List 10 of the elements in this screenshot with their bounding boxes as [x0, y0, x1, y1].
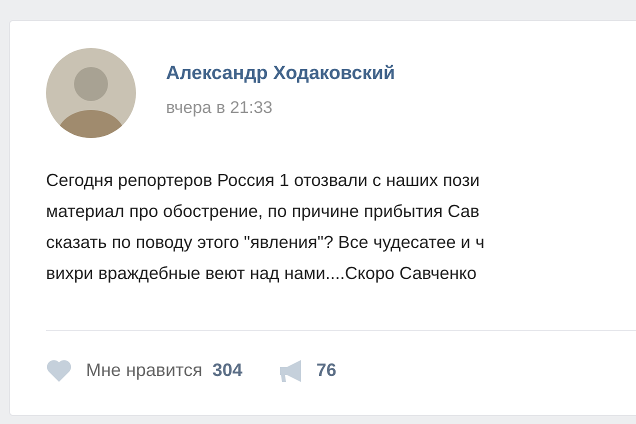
heart-icon[interactable]: [46, 359, 72, 382]
repost-count[interactable]: 76: [316, 357, 336, 384]
post-text-line: материал про обострение, по причине прибытия Сав: [46, 200, 480, 223]
post-time[interactable]: вчера в 21:33: [166, 94, 396, 120]
post-text-line: Сегодня репортеров Россия 1 отозвали с наших пози: [46, 169, 480, 192]
like-label[interactable]: Мне нравится: [86, 357, 202, 384]
post-text-line: вихри враждебные веют над нами....Скоро Савченко: [46, 262, 477, 285]
author-name[interactable]: Александр Ходаковский: [166, 60, 396, 88]
like-count[interactable]: 304: [212, 357, 242, 384]
post-text-line: сказать по поводу этого "явления"? Все чудесатее и ч: [46, 231, 484, 254]
